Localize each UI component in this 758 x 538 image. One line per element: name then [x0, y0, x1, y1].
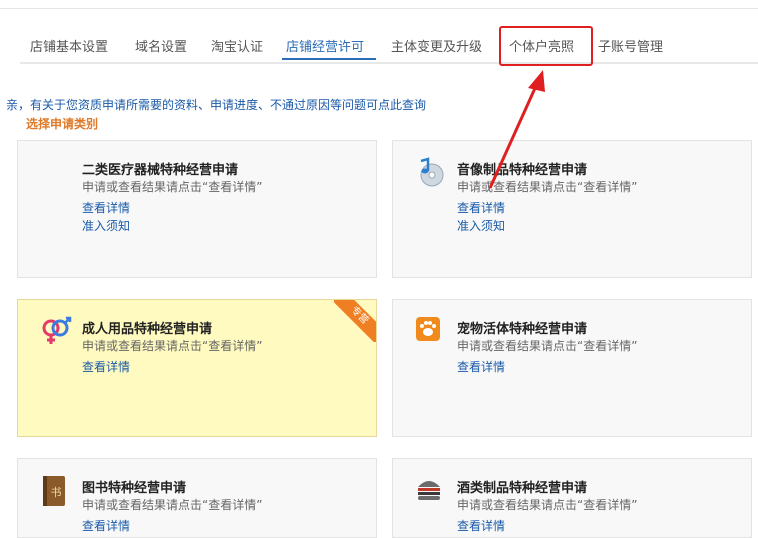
section-title: 选择申请类别	[26, 117, 99, 131]
exclusive-ribbon: 专营	[334, 300, 376, 342]
view-details-link[interactable]: 查看详情	[457, 199, 505, 216]
card-title: 成人用品特种经营申请	[82, 322, 213, 337]
ribbon-label: 专营	[334, 300, 376, 342]
card-medical-device: 二类医疗器械特种经营申请 申请或查看结果请点击“查看详情” 查看详情 准入须知	[17, 140, 377, 278]
card-description: 申请或查看结果请点击“查看详情”	[457, 339, 638, 353]
tab-entity-change[interactable]: 主体变更及升级	[391, 36, 482, 60]
card-alcohol: 酒类制品特种经营申请 申请或查看结果请点击“查看详情” 查看详情	[392, 458, 752, 538]
card-description: 申请或查看结果请点击“查看详情”	[82, 339, 263, 353]
active-tab-indicator	[282, 58, 376, 60]
admission-notice-link[interactable]: 准入须知	[82, 217, 130, 234]
tab-domain-settings[interactable]: 域名设置	[135, 36, 187, 60]
burger-icon	[415, 475, 443, 503]
view-details-link[interactable]: 查看详情	[457, 358, 505, 375]
card-live-pets: 宠物活体特种经营申请 申请或查看结果请点击“查看详情” 查看详情	[392, 299, 752, 437]
tab-bar: 店铺基本设置 域名设置 淘宝认证 店铺经营许可 主体变更及升级 个体户亮照 子账…	[20, 28, 758, 64]
card-description: 申请或查看结果请点击“查看详情”	[82, 180, 263, 194]
tab-business-license[interactable]: 店铺经营许可	[286, 36, 364, 60]
tab-store-basic-settings[interactable]: 店铺基本设置	[30, 36, 108, 60]
tab-sub-accounts[interactable]: 子账号管理	[598, 36, 663, 60]
paw-icon	[415, 316, 443, 344]
annotation-highlight-box	[499, 26, 593, 66]
book-icon-glyph: 书	[51, 486, 62, 499]
card-title: 图书特种经营申请	[82, 481, 187, 496]
view-details-link[interactable]: 查看详情	[82, 199, 130, 216]
book-icon: 书	[40, 475, 68, 506]
medical-device-icon	[40, 157, 68, 185]
card-description: 申请或查看结果请点击“查看详情”	[457, 180, 638, 194]
card-description: 申请或查看结果请点击“查看详情”	[457, 498, 638, 512]
card-title: 酒类制品特种经营申请	[457, 481, 588, 496]
tab-taobao-certification[interactable]: 淘宝认证	[211, 36, 263, 60]
card-title: 宠物活体特种经营申请	[457, 322, 588, 337]
card-audio-video: 音像制品特种经营申请 申请或查看结果请点击“查看详情” 查看详情 准入须知	[392, 140, 752, 278]
card-adult-products: 成人用品特种经营申请 申请或查看结果请点击“查看详情” 查看详情 专营	[17, 299, 377, 437]
qualification-query-link[interactable]: 亲，有关于您资质申请所需要的资料、申请进度、不通过原因等问题可点此查询	[6, 96, 426, 113]
music-cd-icon	[415, 157, 444, 187]
card-title: 二类医疗器械特种经营申请	[82, 163, 239, 178]
view-details-link[interactable]: 查看详情	[82, 358, 130, 375]
card-description: 申请或查看结果请点击“查看详情”	[82, 498, 263, 512]
top-border	[0, 0, 758, 9]
card-books: 书 图书特种经营申请 申请或查看结果请点击“查看详情” 查看详情	[17, 458, 377, 538]
admission-notice-link[interactable]: 准入须知	[457, 217, 505, 234]
gender-symbols-icon	[40, 316, 72, 344]
card-title: 音像制品特种经营申请	[457, 163, 588, 178]
